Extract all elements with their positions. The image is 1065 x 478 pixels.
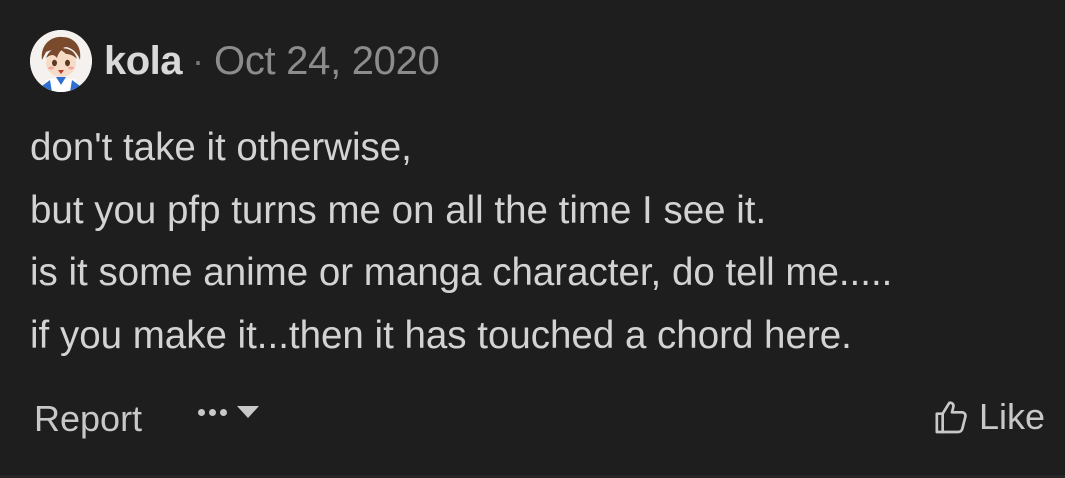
author-name[interactable]: kola <box>104 39 183 84</box>
comment-date: Oct 24, 2020 <box>214 38 440 83</box>
comment-card: kola · Oct 24, 2020 don't take it otherw… <box>0 0 1065 478</box>
comment-header: kola · Oct 24, 2020 <box>30 30 440 92</box>
comment-line: but you pfp turns me on all the time I s… <box>30 188 767 232</box>
like-label: Like <box>978 396 1045 437</box>
avatar-illustration <box>30 30 92 92</box>
ellipsis-icon <box>198 408 227 416</box>
caret-down-icon <box>237 406 259 418</box>
ellipsis-dot <box>198 408 205 416</box>
more-options-button[interactable] <box>198 406 259 418</box>
comment-line: don't take it otherwise, <box>30 126 412 169</box>
meta-separator: · <box>192 40 205 81</box>
report-button[interactable]: Report <box>34 398 142 440</box>
comment-line: if you make it...then it has touched a c… <box>30 313 852 357</box>
ellipsis-dot <box>209 408 216 416</box>
comment-actions: Report Like <box>0 392 1065 448</box>
avatar[interactable] <box>30 30 92 92</box>
comment-body: don't take it otherwise, but you pfp tur… <box>30 117 1050 367</box>
thumbs-up-icon <box>935 401 967 434</box>
comment-line: is it some anime or manga character, do … <box>30 251 893 294</box>
like-button[interactable]: Like <box>931 396 1045 438</box>
ellipsis-dot <box>220 408 227 416</box>
